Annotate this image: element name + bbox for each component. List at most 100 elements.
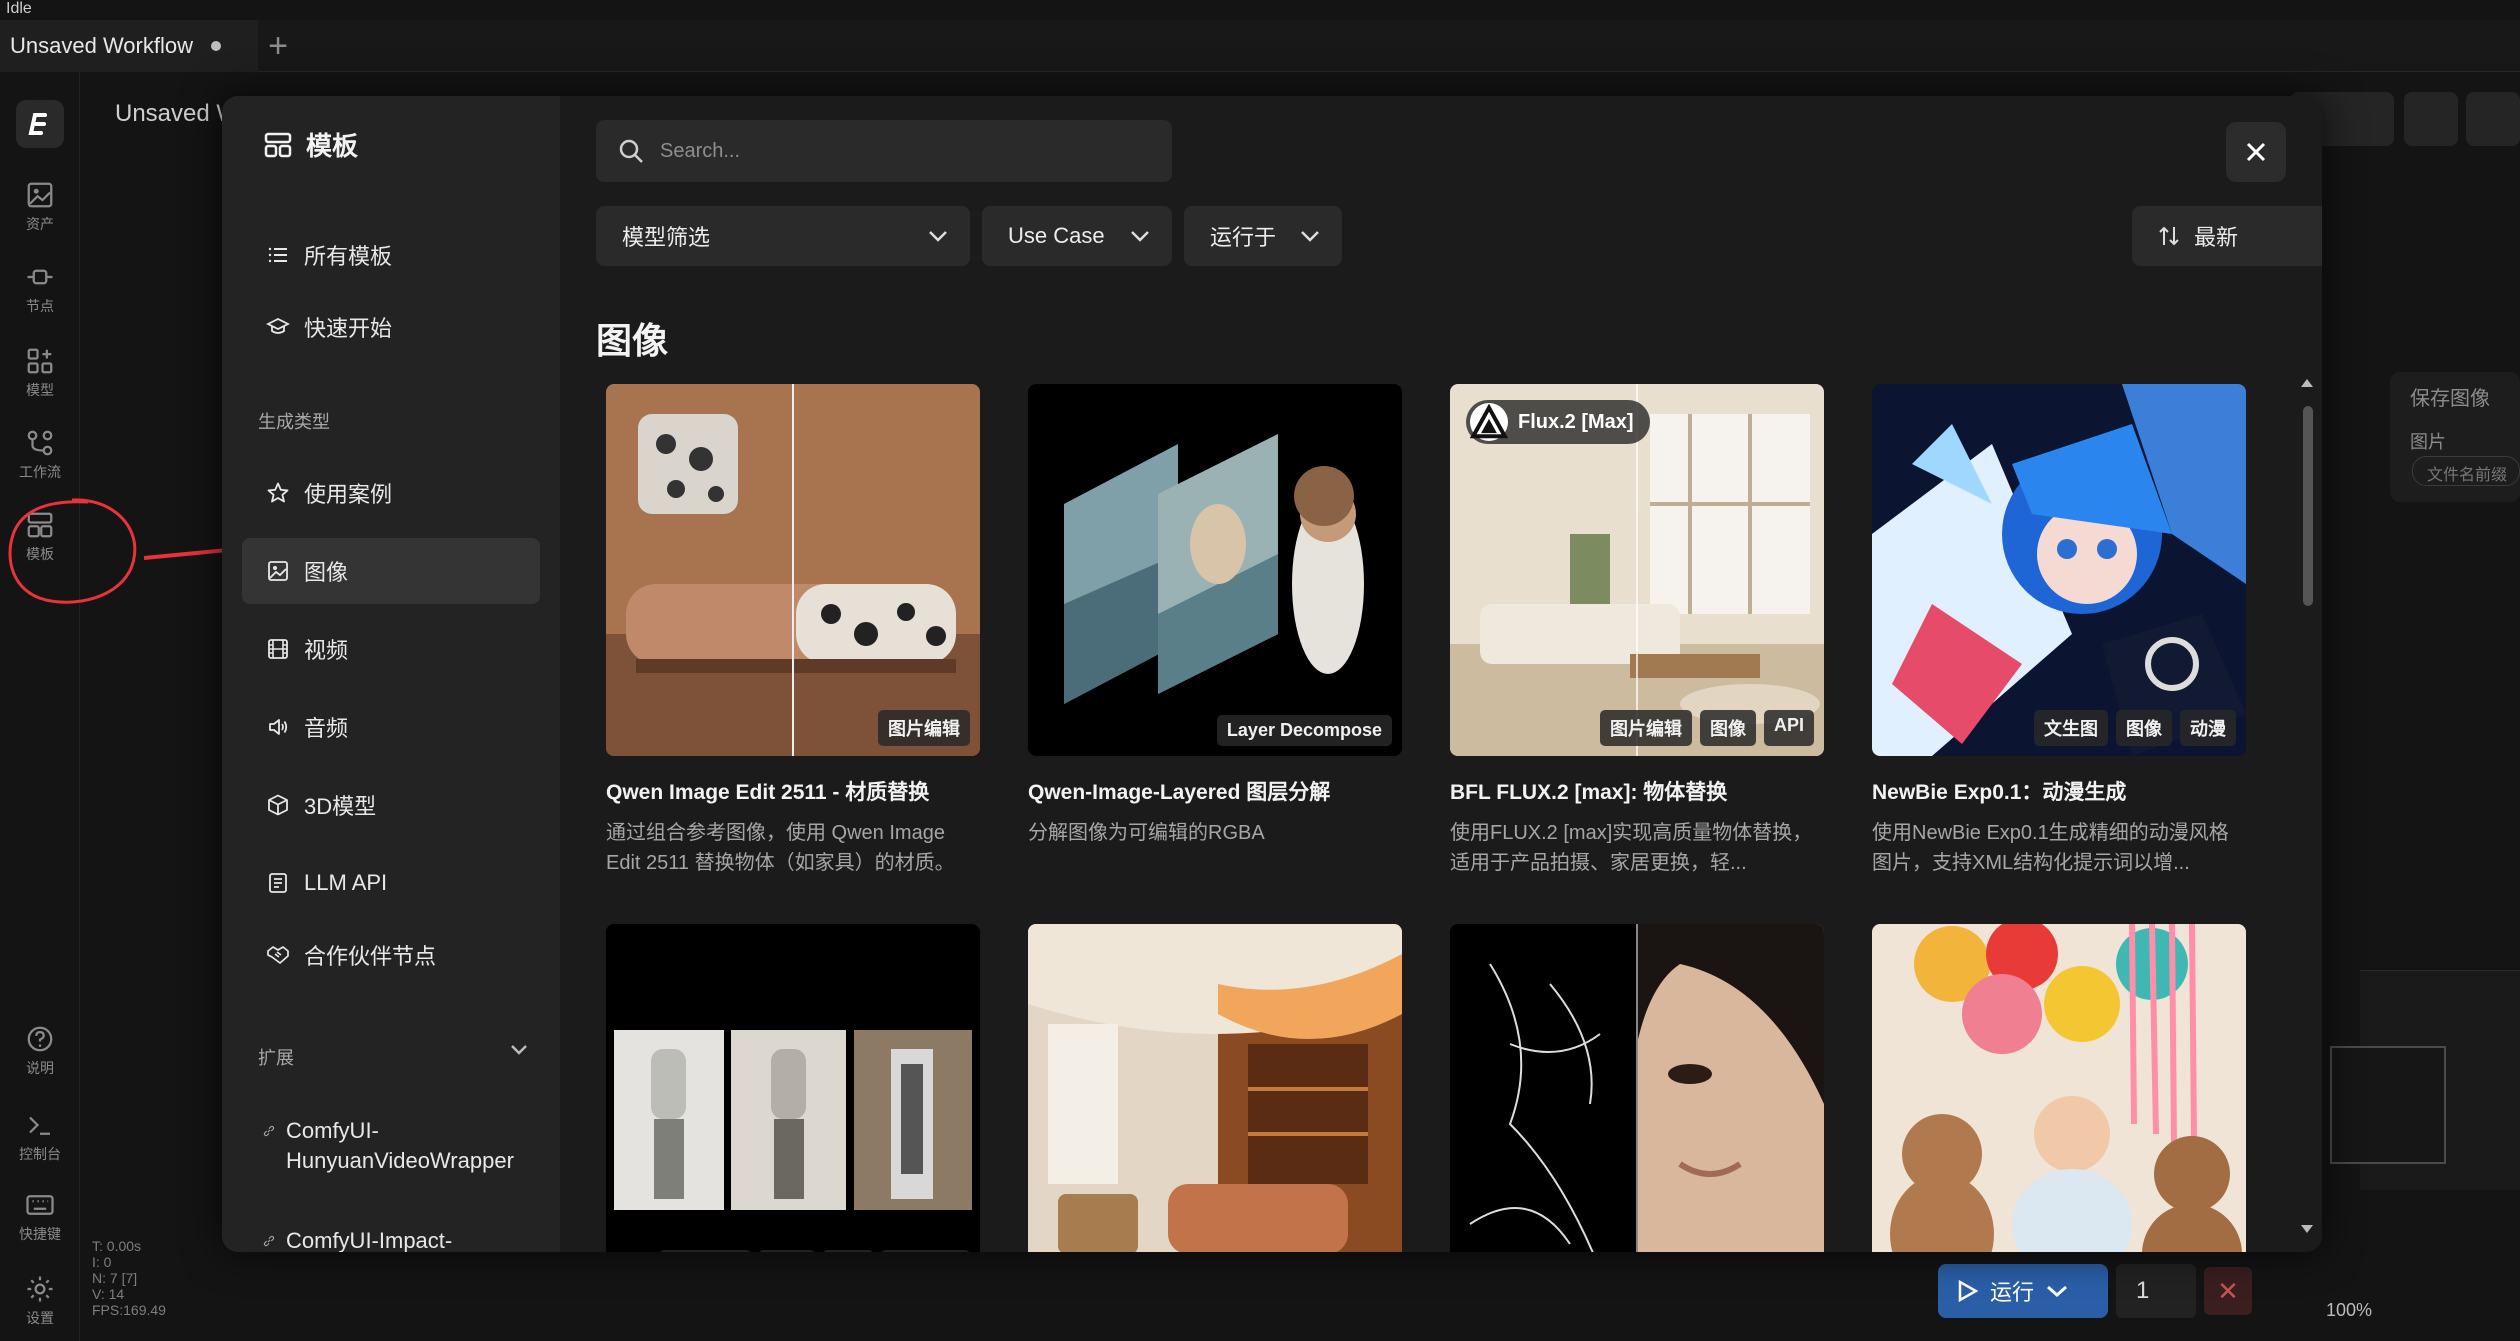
chevron-down-icon (2047, 1285, 2068, 1298)
scroll-thumb[interactable] (2303, 406, 2313, 606)
template-thumbnail[interactable]: Flux.2 [Max] 图片编辑 图像 API (1450, 384, 1824, 756)
play-icon (1958, 1280, 1978, 1302)
templates-modal: 模板 所有模板 快速开始 生成类型 使用案例 图像 视频 音频 3D模型 LLM API 合作… (222, 96, 2322, 1252)
workflow-tab[interactable]: Unsaved Workflow (0, 20, 258, 72)
run-quantity-stepper[interactable]: 1 (2116, 1264, 2196, 1318)
scrollbar[interactable] (2300, 376, 2314, 1236)
template-thumbnail[interactable]: 文生图 图像 动漫 (1872, 384, 2246, 756)
model-filter-dropdown[interactable]: 模型筛选 (596, 206, 970, 266)
link-icon (262, 1234, 276, 1248)
model-filter-label: 模型筛选 (622, 225, 711, 250)
run-button[interactable]: 运行 (1938, 1264, 2108, 1318)
template-card[interactable] (1872, 924, 2246, 1252)
rail-item-workflow[interactable]: 工作流 (0, 428, 80, 482)
scroll-down-icon (2301, 1225, 2313, 1233)
workflow-tab-title: Unsaved Workflow (10, 33, 193, 58)
rail-item-keyboard[interactable]: 快捷键 (0, 1190, 80, 1244)
section-extensions[interactable]: 扩展 (258, 1044, 528, 1070)
search-placeholder: Search... (660, 139, 741, 162)
template-description: 使用NewBie Exp0.1生成精细的动漫风格图片，支持XML结构化提示词以增… (1872, 822, 2229, 874)
template-tags: 图片编辑 图像 API (1599, 710, 1814, 746)
use-case-dropdown[interactable]: Use Case (982, 206, 1172, 266)
rail-item-label: 设置 (26, 1310, 54, 1326)
templates-sidebar: 模板 所有模板 快速开始 生成类型 使用案例 图像 视频 音频 3D模型 LLM API 合作… (222, 96, 560, 1252)
template-card[interactable]: 图片编辑 Qwen Image Edit 2511 - 材质替换通过组合参考图像，… (606, 384, 980, 878)
template-description: 通过组合参考图像，使用 Qwen Image Edit 2511 替换物体（如家… (606, 822, 955, 874)
template-card[interactable]: 图片编辑 图像 API Fashion (606, 924, 980, 1252)
template-thumbnail[interactable]: 图片编辑 图像 API Fashion (606, 924, 980, 1252)
rail-item-terminal[interactable]: 控制台 (0, 1110, 80, 1164)
nav-item-graduation[interactable]: 快速开始 (242, 294, 540, 360)
template-tag: Layer Decompose (1216, 715, 1392, 746)
nav-item-cube[interactable]: 3D模型 (242, 772, 540, 838)
rail-item-label: 资产 (26, 216, 54, 232)
panel-toggle-icon[interactable] (2466, 92, 2520, 146)
template-grid: 图片编辑 Qwen Image Edit 2511 - 材质替换通过组合参考图像，… (606, 384, 2256, 1252)
template-card[interactable] (1028, 924, 1402, 1252)
nav-item-star[interactable]: 使用案例 (242, 460, 540, 526)
cancel-run-button[interactable]: ✕ (2204, 1267, 2252, 1315)
comfy-logo-icon[interactable] (16, 100, 64, 148)
zoom-level[interactable]: 100% (2326, 1300, 2372, 1321)
minimap[interactable] (2330, 1046, 2446, 1164)
rail-item-gear[interactable]: 设置 (0, 1274, 80, 1328)
section-heading: 图像 (596, 320, 669, 361)
rail-item-help[interactable]: 说明 (0, 1024, 80, 1078)
nav-item-label: 3D模型 (304, 794, 377, 819)
template-card[interactable]: Flux.2 [Max] 图片编辑 图像 API BFL FLUX.2 [max]: 物… (1450, 384, 1824, 878)
star-icon (266, 481, 290, 505)
template-title: Qwen Image Edit 2511 - 材质替换 (606, 781, 930, 804)
tab-bar (0, 20, 2520, 72)
rail-item-model[interactable]: 模型 (0, 346, 80, 400)
template-card[interactable] (1450, 924, 1824, 1252)
rail-item-image[interactable]: 资产 (0, 180, 80, 234)
template-icon (264, 132, 292, 157)
nav-item-image[interactable]: 图像 (242, 538, 540, 604)
new-tab-button[interactable]: + (260, 28, 296, 64)
search-input[interactable]: Search... (596, 120, 1172, 182)
nav-item-label: 所有模板 (304, 244, 393, 269)
extension-label: ComfyUI-Impact- (286, 1228, 453, 1252)
template-thumbnail[interactable] (1028, 924, 1402, 1252)
nav-item-handshake[interactable]: 合作伙伴节点 (242, 922, 540, 988)
nav-item-speaker[interactable]: 音频 (242, 694, 540, 760)
nav-item-film[interactable]: 视频 (242, 616, 540, 682)
template-description: 分解图像为可编辑的RGBA (1028, 822, 1265, 844)
close-icon (2246, 142, 2266, 162)
extension-item[interactable]: ComfyUI-HunyuanVideoWrapper (262, 1116, 532, 1176)
rail-item-node[interactable]: 节点 (0, 262, 80, 316)
cube-icon (266, 793, 290, 817)
runs-on-dropdown[interactable]: 运行于 (1184, 206, 1342, 266)
extension-item[interactable]: ComfyUI-Impact- (262, 1226, 532, 1252)
template-title: BFL FLUX.2 [max]: 物体替换 (1450, 781, 1728, 804)
template-thumbnail[interactable]: 图片编辑 (606, 384, 980, 756)
extension-label: ComfyUI-HunyuanVideoWrapper (286, 1118, 514, 1173)
debug-line: FPS:169.49 (92, 1302, 166, 1318)
flux-logo-icon (1470, 403, 1508, 441)
sort-label: 最新 (2194, 225, 2239, 250)
debug-line: T: 0.00s (92, 1238, 142, 1254)
template-tag: API (1763, 710, 1814, 746)
template-description: 使用FLUX.2 [max]实现高质量物体替换，适用于产品拍摄、家居更换，轻..… (1450, 822, 1813, 874)
annotation-circle (8, 498, 137, 604)
template-thumbnail[interactable]: Layer Decompose (1028, 384, 1402, 756)
template-thumbnail[interactable] (1872, 924, 2246, 1252)
handshake-icon (266, 943, 290, 967)
template-thumbnail[interactable] (1450, 924, 1824, 1252)
filename-prefix-field[interactable]: 文件名前缀 (2412, 456, 2520, 486)
image-icon (25, 180, 55, 210)
template-tag: 图片编辑 (658, 1250, 751, 1252)
template-card[interactable]: 文生图 图像 动漫 NewBie Exp0.1：动漫生成使用NewBie Exp0.1… (1872, 384, 2246, 878)
nav-item-document[interactable]: LLM API (242, 850, 540, 916)
rail-item-label: 模型 (26, 382, 54, 398)
close-button[interactable] (2226, 122, 2286, 182)
template-tag: 图片编辑 (1599, 710, 1692, 746)
nav-item-list[interactable]: 所有模板 (242, 222, 540, 288)
model-badge: Flux.2 [Max] (1466, 400, 1650, 444)
template-card[interactable]: Layer Decompose Qwen-Image-Layered 图层分解 分解… (1028, 384, 1402, 878)
template-title: NewBie Exp0.1：动漫生成 (1872, 781, 2127, 804)
sort-dropdown[interactable]: 最新 (2132, 206, 2322, 266)
history-icon[interactable] (2404, 92, 2458, 146)
template-tag: Fashion (880, 1250, 970, 1252)
runs-on-label: 运行于 (1210, 225, 1277, 250)
